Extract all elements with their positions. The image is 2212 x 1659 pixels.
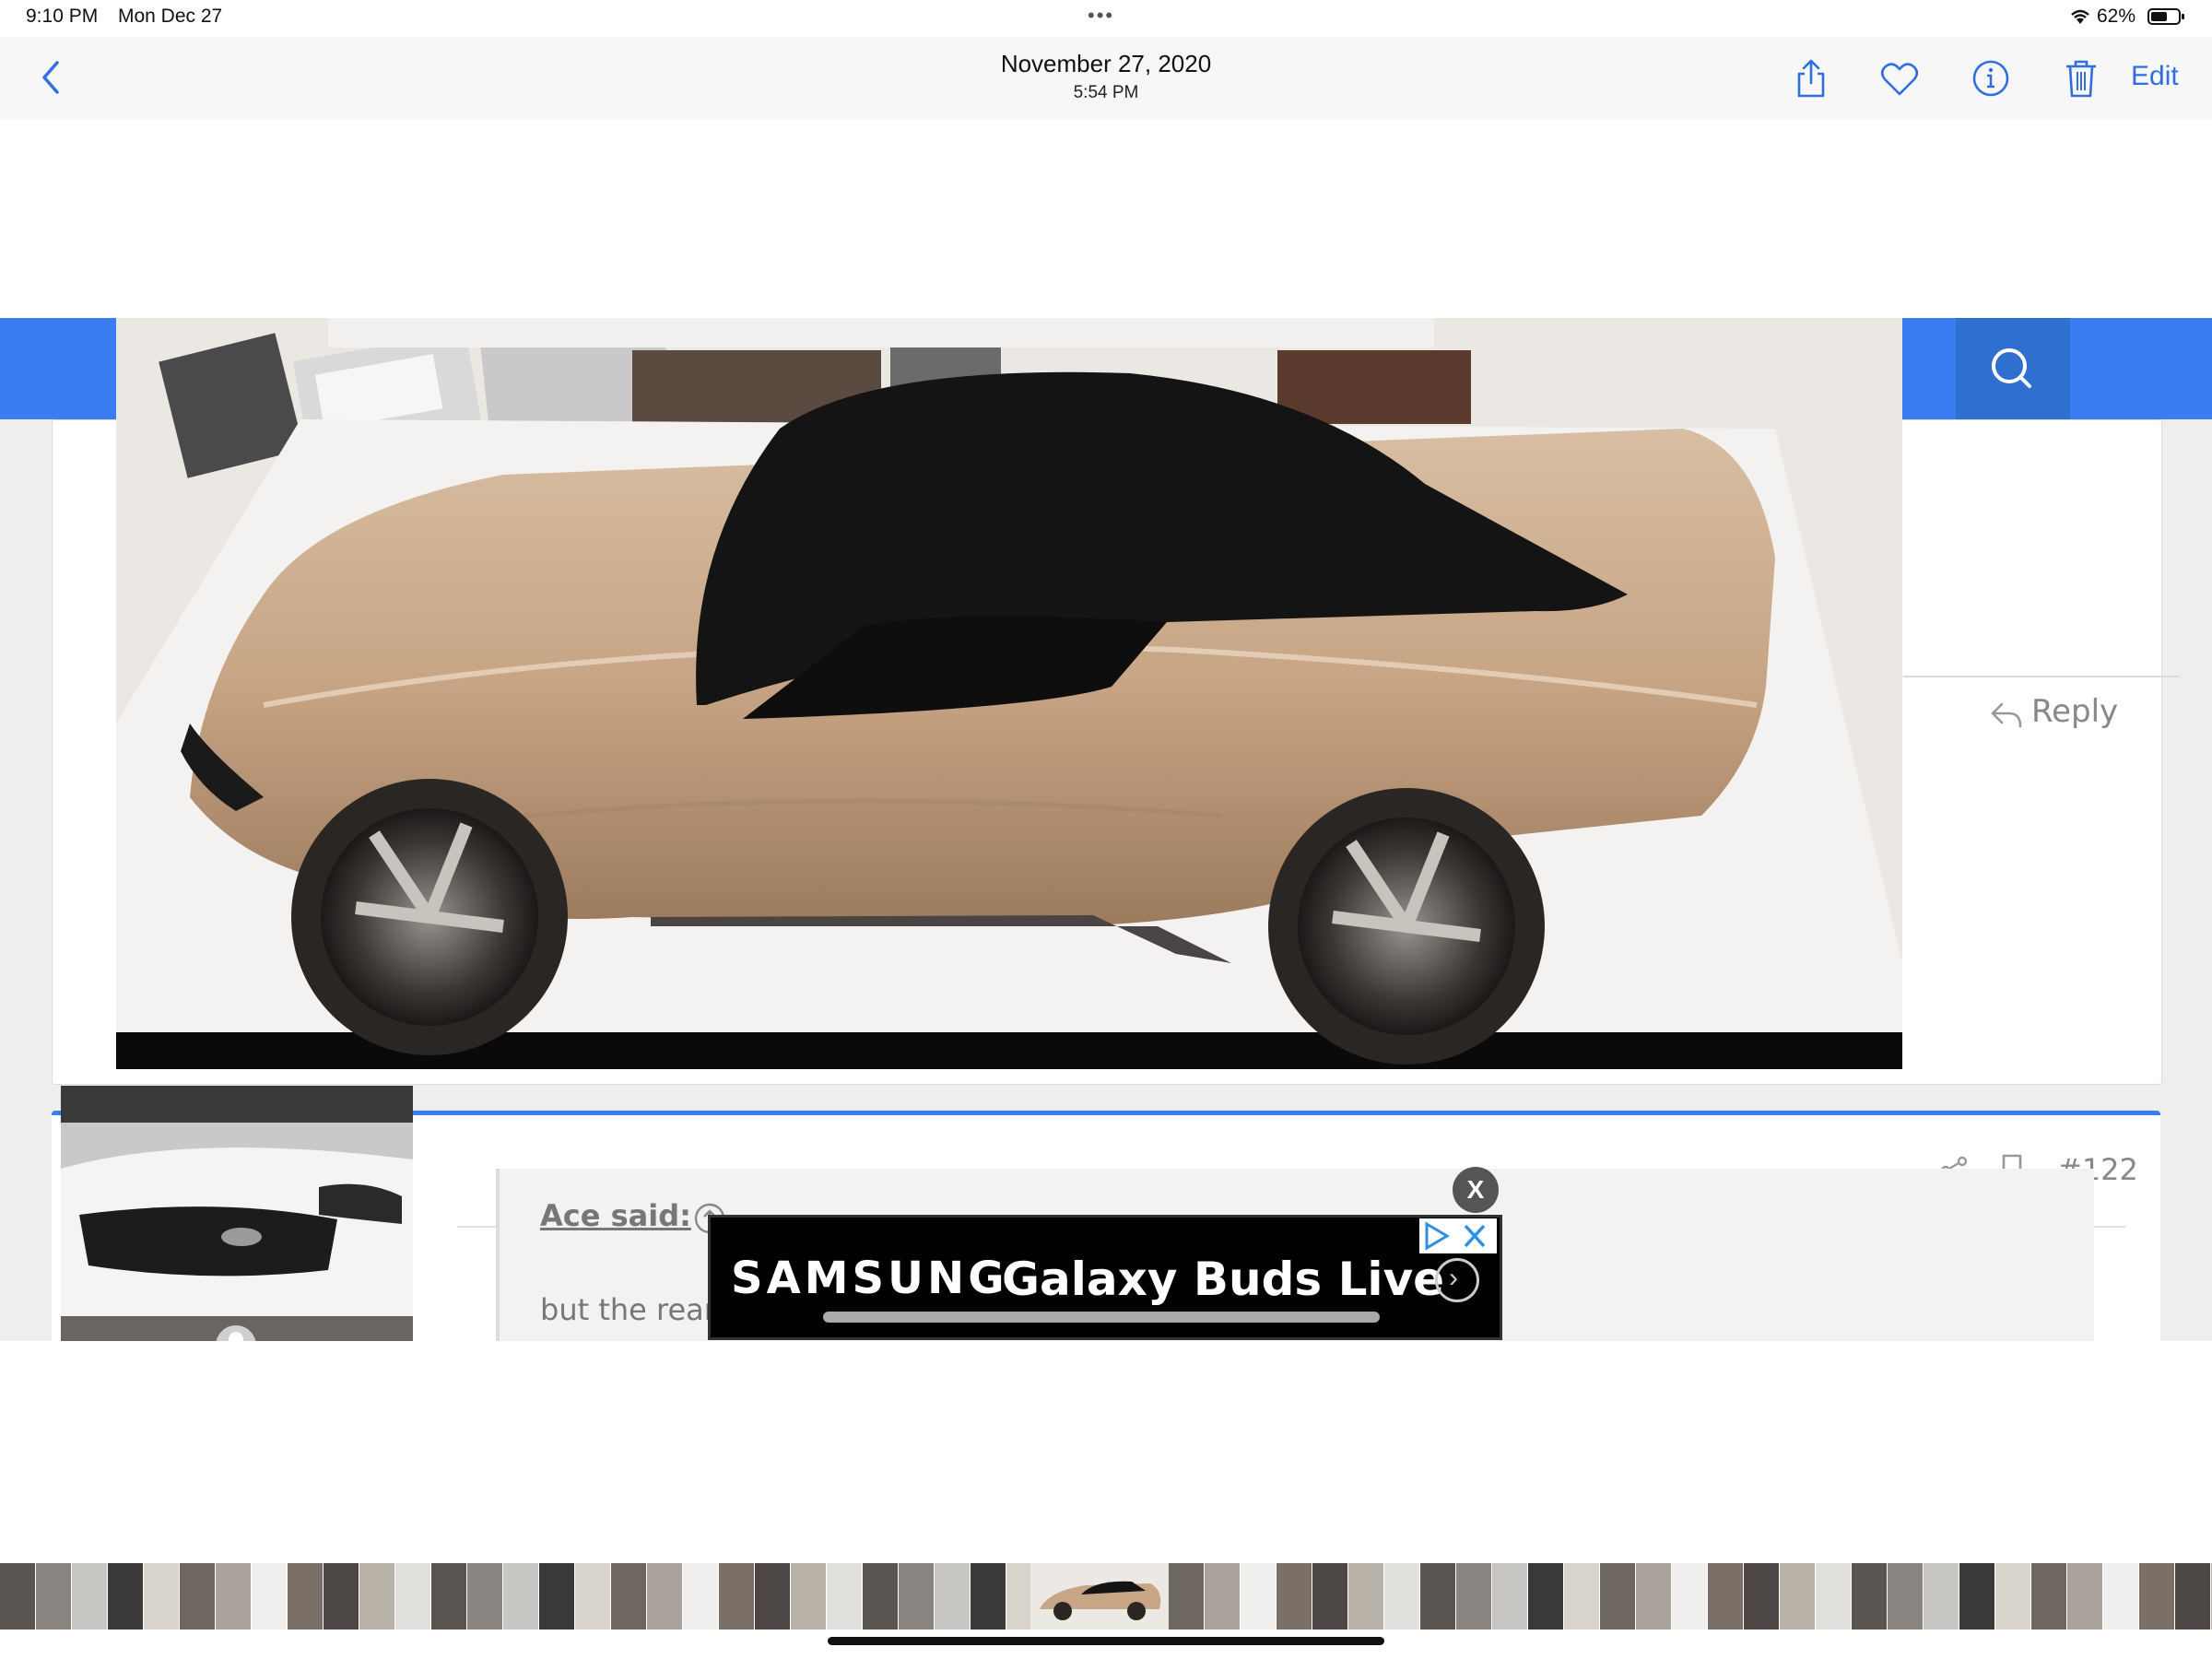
thumbnail[interactable]	[2067, 1563, 2102, 1630]
thumbnail[interactable]	[575, 1563, 610, 1630]
thumbnail[interactable]	[2031, 1563, 2066, 1630]
adchoices-badge[interactable]	[1419, 1218, 1497, 1253]
thumbnail[interactable]	[1564, 1563, 1599, 1630]
thumbnail[interactable]	[1744, 1563, 1779, 1630]
selected-thumbnail[interactable]	[1030, 1563, 1169, 1630]
thumbnail[interactable]	[395, 1563, 430, 1630]
photos-nav-bar: November 27, 2020 5:54 PM Edit	[0, 37, 2212, 121]
thumbnail[interactable]	[2103, 1563, 2138, 1630]
thumbnail[interactable]	[144, 1563, 179, 1630]
samsung-ad-banner[interactable]: SAMSUNG Galaxy Buds Live ›	[708, 1215, 1502, 1340]
home-indicator	[828, 1637, 1384, 1645]
thumbnail[interactable]	[72, 1563, 107, 1630]
thumbnail[interactable]	[863, 1563, 898, 1630]
reply-icon	[1991, 702, 2022, 728]
thumbnail[interactable]	[647, 1563, 682, 1630]
multitasking-dots-icon[interactable]: •••	[1088, 4, 1114, 28]
thumbnail[interactable]	[1708, 1563, 1743, 1630]
thumbnail[interactable]	[180, 1563, 215, 1630]
thumbnail[interactable]	[1780, 1563, 1815, 1630]
status-date: Mon Dec 27	[118, 6, 223, 27]
status-bar: 9:10 PM Mon Dec 27 ••• 62%	[0, 0, 2212, 37]
thumbnail[interactable]	[324, 1563, 359, 1630]
thumbnail[interactable]	[359, 1563, 394, 1630]
thumbnail[interactable]	[1205, 1563, 1240, 1630]
search-icon	[1992, 348, 2031, 388]
thumbnail[interactable]	[719, 1563, 754, 1630]
thumbnail[interactable]	[827, 1563, 862, 1630]
edit-button[interactable]: Edit	[2131, 61, 2179, 92]
thumbnail[interactable]	[1528, 1563, 1563, 1630]
battery-percent: 62%	[2097, 6, 2136, 27]
wifi-icon	[2071, 9, 2089, 24]
thumbnail[interactable]	[1600, 1563, 1635, 1630]
reply-label: Reply	[2031, 693, 2119, 730]
quote-text: but the rear	[540, 1292, 716, 1327]
thumbnail[interactable]	[0, 1563, 35, 1630]
photo-thumbnail-strip[interactable]	[0, 1563, 2212, 1630]
heart-icon[interactable]	[1877, 55, 1923, 101]
thumbnail[interactable]	[431, 1563, 466, 1630]
thumbnail[interactable]	[252, 1563, 287, 1630]
thumbnail[interactable]	[1924, 1563, 1959, 1630]
thumbnail[interactable]	[755, 1563, 790, 1630]
thumbnail[interactable]	[1241, 1563, 1276, 1630]
ad-close-button[interactable]: X	[1453, 1167, 1499, 1213]
battery-icon	[2147, 8, 2184, 25]
thumbnail[interactable]	[971, 1563, 1006, 1630]
thumbnail[interactable]	[1169, 1563, 1204, 1630]
ad-product: Galaxy Buds Live	[1002, 1253, 1445, 1306]
thumbnail[interactable]	[1995, 1563, 2030, 1630]
user-avatar-photo	[61, 1086, 413, 1341]
thumbnail[interactable]	[899, 1563, 934, 1630]
post-divider	[1903, 676, 2180, 677]
thumbnail[interactable]	[36, 1563, 71, 1630]
thumbnail[interactable]	[539, 1563, 574, 1630]
share-icon[interactable]	[1788, 55, 1834, 101]
trash-icon[interactable]	[2058, 55, 2104, 101]
thumbnail[interactable]	[1312, 1563, 1347, 1630]
thumbnail[interactable]	[1672, 1563, 1707, 1630]
thumbnail[interactable]	[1420, 1563, 1455, 1630]
thumbnail[interactable]	[1959, 1563, 1994, 1630]
quote-author-link[interactable]: Ace said:	[540, 1198, 691, 1233]
thumbnail[interactable]	[1348, 1563, 1383, 1630]
thumbnail[interactable]	[1888, 1563, 1923, 1630]
thumbnail[interactable]	[935, 1563, 970, 1630]
thumbnail[interactable]	[108, 1563, 143, 1630]
thumbnail[interactable]	[1456, 1563, 1491, 1630]
thumbnail[interactable]	[1816, 1563, 1851, 1630]
status-time: 9:10 PM	[26, 6, 99, 27]
thumbnail[interactable]	[683, 1563, 718, 1630]
thumbnail[interactable]	[2175, 1563, 2210, 1630]
thumbnail[interactable]	[1277, 1563, 1312, 1630]
forum-search-button[interactable]	[1956, 318, 2070, 419]
car-clay-model-photo	[116, 318, 1902, 1069]
thumbnail[interactable]	[1636, 1563, 1671, 1630]
ad-scroll-bar	[823, 1312, 1380, 1323]
thumbnail[interactable]	[1492, 1563, 1527, 1630]
ad-next-icon[interactable]: ›	[1435, 1258, 1479, 1302]
thumbnail[interactable]	[1384, 1563, 1419, 1630]
ad-brand: SAMSUNG	[731, 1253, 1008, 1304]
thumbnail[interactable]	[288, 1563, 323, 1630]
thumbnail[interactable]	[467, 1563, 502, 1630]
thumbnail[interactable]	[503, 1563, 538, 1630]
thumbnail[interactable]	[2139, 1563, 2174, 1630]
thumbnail[interactable]	[216, 1563, 251, 1630]
thumbnail[interactable]	[611, 1563, 646, 1630]
thumbnail[interactable]	[791, 1563, 826, 1630]
info-icon[interactable]	[1968, 55, 2014, 101]
thumbnail[interactable]	[1852, 1563, 1887, 1630]
